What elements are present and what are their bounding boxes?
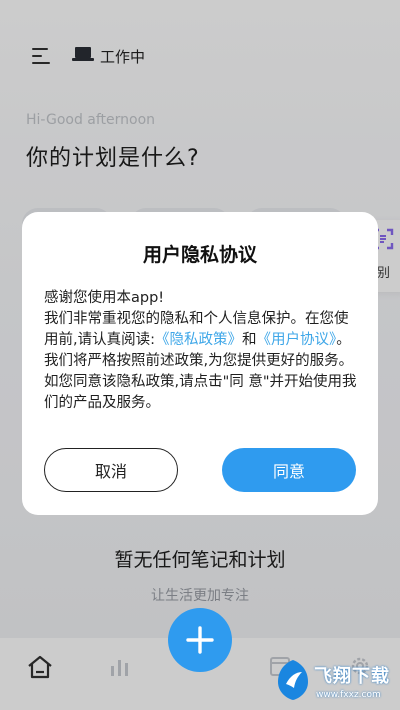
home-screen: 工作中 Hi-Good afternoon 你的计划是什么? 识别 暂无任何笔记… xyxy=(0,0,400,710)
cancel-button[interactable]: 取消 xyxy=(44,448,178,492)
dialog-and: 和 xyxy=(242,332,257,348)
watermark-logo-icon xyxy=(278,660,308,700)
agree-button[interactable]: 同意 xyxy=(222,448,356,492)
dialog-line: 感谢您使用本app! xyxy=(44,290,165,306)
dialog-paragraph: 我们非常重视您的隐私和个人信息保护。在您使用前,请认真阅读:《隐私政策》和《用户… xyxy=(44,309,362,414)
watermark-url: www.fxxz.com xyxy=(316,690,381,700)
watermark-text: 飞翔下载 xyxy=(314,666,390,687)
add-button[interactable] xyxy=(168,608,232,672)
dialog-body: 感谢您使用本app! 我们非常重视您的隐私和个人信息保护。在您使用前,请认真阅读… xyxy=(44,288,362,414)
plus-icon xyxy=(186,626,214,654)
user-agreement-link[interactable]: 《用户协议》 xyxy=(257,332,337,348)
privacy-dialog: 用户隐私协议 感谢您使用本app! 我们非常重视您的隐私和个人信息保护。在您使用… xyxy=(22,212,378,515)
privacy-policy-link[interactable]: 《隐私政策》 xyxy=(155,332,242,348)
watermark: 飞翔下载 www.fxxz.com xyxy=(274,656,398,710)
dialog-title: 用户隐私协议 xyxy=(142,244,257,266)
